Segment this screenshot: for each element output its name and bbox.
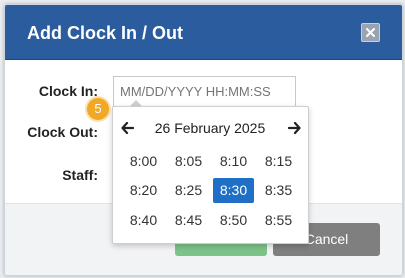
time-option[interactable]: 8:00 [123,149,164,174]
close-icon [366,28,375,37]
clock-in-label: Clock In: [38,83,98,99]
time-option[interactable]: 8:45 [168,208,209,233]
arrow-right-icon[interactable] [287,121,301,135]
time-option[interactable]: 8:20 [123,178,164,203]
staff-label: Staff: [62,167,98,183]
time-option[interactable]: 8:55 [258,208,299,233]
arrow-left-icon[interactable] [121,121,135,135]
picker-date-label: 26 February 2025 [154,120,266,136]
close-button[interactable] [361,23,380,42]
time-option[interactable]: 8:05 [168,149,209,174]
time-option[interactable]: 8:35 [258,178,299,203]
step-badge: 5 [87,98,109,120]
time-option-selected[interactable]: 8:30 [213,178,254,203]
time-option[interactable]: 8:10 [213,149,254,174]
time-option[interactable]: 8:50 [213,208,254,233]
dialog-title: Add Clock In / Out [27,23,183,43]
time-option[interactable]: 8:40 [123,208,164,233]
dialog-header: Add Clock In / Out [5,5,402,60]
clock-out-label: Clock Out: [27,124,98,140]
time-option[interactable]: 8:25 [168,178,209,203]
time-option[interactable]: 8:15 [258,149,299,174]
